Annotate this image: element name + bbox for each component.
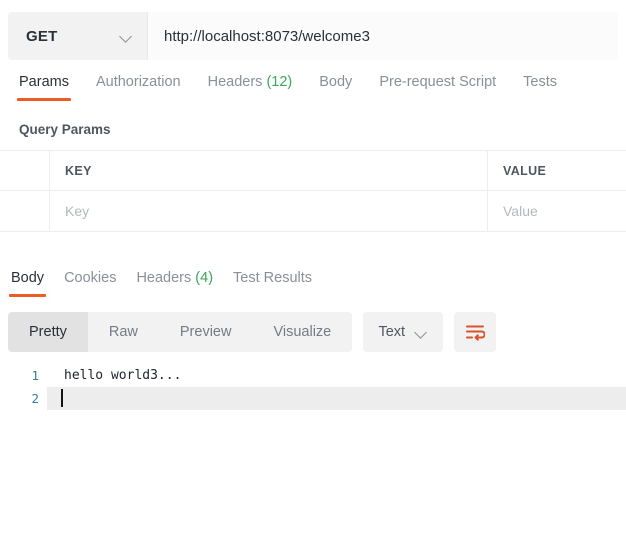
view-mode-pretty-label: Pretty — [29, 324, 67, 340]
query-params-table: KEY VALUE Key Value — [0, 150, 626, 232]
response-tab-test-results-label: Test Results — [233, 270, 313, 286]
request-url-bar: GET http://localhost:8073/welcome3 — [8, 12, 618, 60]
view-mode-visualize-label: Visualize — [273, 324, 332, 340]
line-number: 2 — [31, 391, 39, 406]
code-line: 2 — [0, 387, 626, 410]
response-tab-test-results[interactable]: Test Results — [223, 270, 322, 297]
code-line-text — [47, 387, 626, 410]
http-method-label: GET — [26, 27, 58, 45]
tab-params[interactable]: Params — [10, 74, 78, 101]
response-view-toolbar: Pretty Raw Preview Visualize Text — [8, 312, 497, 352]
tab-authorization-label: Authorization — [95, 74, 181, 90]
request-url-value: http://localhost:8073/welcome3 — [164, 27, 370, 45]
word-wrap-icon — [466, 325, 486, 341]
response-tab-bar: Body Cookies Headers (4) Test Results — [0, 270, 626, 304]
tab-authorization[interactable]: Authorization — [87, 74, 190, 101]
response-tab-headers-count: (4) — [195, 270, 214, 286]
tab-tests-label: Tests — [523, 74, 558, 90]
response-tab-body[interactable]: Body — [1, 270, 54, 297]
response-body-editor[interactable]: 1 hello world3... 2 — [0, 364, 626, 410]
request-url-input[interactable]: http://localhost:8073/welcome3 — [147, 12, 618, 60]
code-line: 1 hello world3... — [0, 364, 626, 387]
query-params-heading: Query Params — [19, 122, 111, 137]
select-all-cell — [0, 151, 50, 190]
tab-pre-request-script[interactable]: Pre-request Script — [370, 74, 505, 101]
chevron-down-icon — [415, 326, 428, 339]
response-tab-cookies-label: Cookies — [64, 270, 117, 286]
column-header-value: VALUE — [503, 163, 547, 178]
param-value-input[interactable]: Value — [488, 191, 626, 231]
table-row: Key Value — [0, 191, 626, 231]
request-tab-bar: Params Authorization Headers (12) Body P… — [0, 74, 626, 110]
response-format-select[interactable]: Text — [363, 312, 444, 352]
view-mode-preview-label: Preview — [179, 324, 232, 340]
tab-params-label: Params — [19, 74, 69, 90]
response-tab-headers-label: Headers — [136, 270, 192, 286]
tab-headers-count: (12) — [266, 74, 293, 90]
code-line-text: hello world3... — [64, 368, 182, 383]
word-wrap-button[interactable] — [454, 312, 497, 352]
tab-headers[interactable]: Headers (12) — [199, 74, 302, 101]
response-tab-headers[interactable]: Headers (4) — [126, 270, 223, 297]
tab-tests[interactable]: Tests — [514, 74, 566, 101]
tab-headers-label: Headers — [207, 74, 263, 90]
view-mode-raw[interactable]: Raw — [88, 312, 159, 352]
tab-body-label: Body — [319, 74, 353, 90]
response-tab-body-label: Body — [11, 270, 45, 286]
response-format-label: Text — [378, 324, 406, 340]
tab-body[interactable]: Body — [310, 74, 361, 101]
table-header-row: KEY VALUE — [0, 151, 626, 191]
view-mode-raw-label: Raw — [108, 324, 138, 340]
chevron-down-icon — [120, 30, 133, 43]
view-mode-pretty[interactable]: Pretty — [8, 312, 88, 352]
column-header-key: KEY — [50, 151, 488, 190]
http-method-select[interactable]: GET — [8, 12, 147, 60]
view-mode-visualize[interactable]: Visualize — [252, 312, 352, 352]
tab-pre-request-script-label: Pre-request Script — [379, 74, 497, 90]
row-checkbox-cell[interactable] — [0, 191, 50, 231]
line-number: 1 — [31, 368, 39, 383]
text-cursor — [61, 389, 63, 407]
param-key-input[interactable]: Key — [50, 191, 488, 231]
view-mode-preview[interactable]: Preview — [159, 312, 253, 352]
view-mode-group: Pretty Raw Preview Visualize — [8, 312, 353, 352]
response-tab-cookies[interactable]: Cookies — [54, 270, 126, 297]
